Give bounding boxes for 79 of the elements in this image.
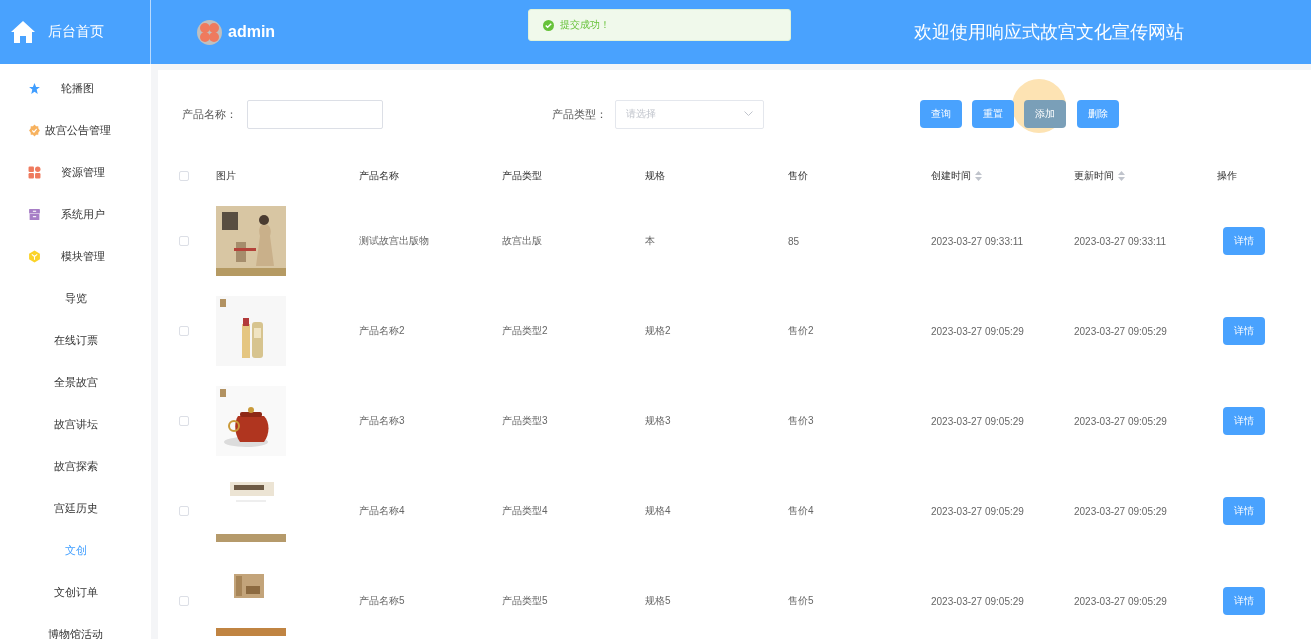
checkbox[interactable] (179, 326, 189, 336)
sidebar-label: 系统用户 (61, 206, 105, 222)
archive-icon (28, 207, 41, 221)
checkbox[interactable] (179, 596, 189, 606)
home-icon[interactable] (10, 20, 36, 44)
sidebar-subitem[interactable]: 全景故宫 (0, 361, 151, 403)
cube-icon (28, 249, 41, 263)
sidebar-subitem[interactable]: 故宫讲坛 (0, 403, 151, 445)
table-cell-text: 产品类型2 (502, 324, 549, 338)
table-cell-text: 2023-03-27 09:33:11 (931, 235, 1025, 247)
checkbox[interactable] (179, 416, 189, 426)
checkbox[interactable] (179, 236, 189, 246)
column-header: 产品名称 (359, 169, 400, 183)
table-cell-text: 产品类型4 (502, 504, 549, 518)
column-header: 创建时间 (931, 169, 1074, 183)
checkbox[interactable] (179, 506, 189, 516)
grid-icon (28, 165, 41, 179)
site-title: 欢迎使用响应式故宫文化宣传网站 (914, 21, 1184, 44)
sidebar-item[interactable]: 轮播图 (0, 67, 151, 109)
field-label: 产品类型： (552, 106, 607, 122)
input-field[interactable] (247, 99, 383, 129)
table-cell-text: 2023-03-27 09:05:29 (1074, 505, 1168, 517)
sidebar-subitem[interactable]: 在线订票 (0, 319, 151, 361)
table-cell-text: 2023-03-27 09:05:29 (1074, 325, 1168, 337)
table-cell-text: 2023-03-27 09:05:29 (931, 325, 1025, 337)
column-header: 产品类型 (502, 169, 543, 183)
column-header: 更新时间 (1074, 169, 1217, 183)
table-cell-text: 产品类型3 (502, 414, 549, 428)
table-cell-text: 售价4 (788, 504, 815, 518)
badge-icon (28, 123, 41, 137)
sort-icon[interactable] (975, 171, 982, 181)
sort-icon[interactable] (1118, 171, 1125, 181)
sidebar-item[interactable]: 模块管理 (0, 235, 151, 277)
table-cell-text: 规格5 (645, 594, 672, 608)
toast-message: 提交成功！ (560, 18, 610, 32)
table-cell-text: 测试故宫出版物 (359, 234, 430, 248)
table-cell-text: 产品类型5 (502, 594, 549, 608)
check-circle-icon (543, 19, 554, 31)
sidebar-label: 故宫公告管理 (45, 122, 111, 138)
sidebar-label: 轮播图 (61, 80, 94, 96)
column-header: 操作 (1217, 169, 1238, 183)
table-cell-text: 规格2 (645, 324, 672, 338)
sidebar-subitem[interactable]: 宫廷历史 (0, 487, 151, 529)
table-cell-text: 售价5 (788, 594, 815, 608)
sidebar-label: 资源管理 (61, 164, 105, 180)
chevron-down-icon (744, 111, 753, 117)
field-label: 产品名称： (182, 106, 237, 122)
table-cell-text: 规格4 (645, 504, 672, 518)
checkbox[interactable] (179, 171, 189, 181)
avatar-icon (197, 19, 222, 45)
table-cell-text: 2023-03-27 09:05:29 (931, 595, 1025, 607)
table-cell-text: 产品名称2 (359, 324, 406, 338)
column-header: 图片 (216, 169, 237, 183)
table-cell-text: 故宫出版 (502, 234, 543, 248)
table-cell-text: 产品名称3 (359, 414, 406, 428)
table-cell-text: 规格3 (645, 414, 672, 428)
table-cell-text: 产品名称4 (359, 504, 406, 518)
star-icon (28, 81, 41, 95)
table-cell-text: 2023-03-27 09:05:29 (931, 505, 1025, 517)
sidebar-subitem[interactable]: 故宫探索 (0, 445, 151, 487)
table-cell-text: 售价3 (788, 414, 815, 428)
table-cell-text: 2023-03-27 09:05:29 (931, 415, 1025, 427)
sidebar-item[interactable]: 故宫公告管理 (0, 109, 151, 151)
sidebar-subitem[interactable]: 博物馆活动 (0, 613, 151, 639)
sidebar-subitem[interactable]: 导览 (0, 277, 151, 319)
sidebar-label: 模块管理 (61, 248, 105, 264)
table-cell-text: 2023-03-27 09:05:29 (1074, 415, 1168, 427)
table-cell-text: 2023-03-27 09:33:11 (1074, 235, 1168, 247)
table-cell-text: 2023-03-27 09:05:29 (1074, 595, 1168, 607)
column-header: 售价 (788, 169, 809, 183)
sidebar-item[interactable]: 系统用户 (0, 193, 151, 235)
table-cell-text: 售价2 (788, 324, 815, 338)
user-name: admin (228, 23, 276, 41)
sidebar-item[interactable]: 资源管理 (0, 151, 151, 193)
table-cell-text: 本 (645, 234, 656, 248)
column-header: 规格 (645, 169, 666, 183)
table-cell-text: 85 (788, 235, 801, 247)
sidebar-subitem[interactable]: 文创订单 (0, 571, 151, 613)
table-cell-text: 产品名称5 (359, 594, 406, 608)
